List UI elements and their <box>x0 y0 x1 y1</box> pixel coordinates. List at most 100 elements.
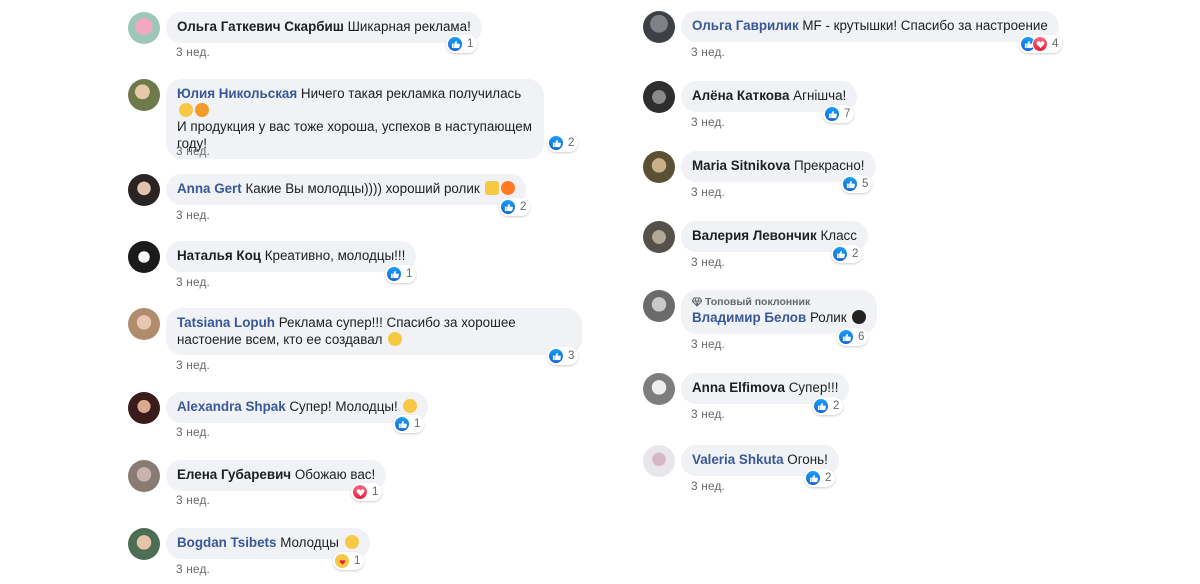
reactions-badge[interactable]: 6 <box>837 328 869 346</box>
reactions-badge[interactable]: 1 <box>333 552 365 570</box>
comment-text: Агнішча! <box>793 88 847 103</box>
reactions-badge[interactable]: 3 <box>547 347 579 365</box>
cat-emoji-icon <box>195 102 209 117</box>
comment-author[interactable]: Valeria Shkuta <box>692 452 784 467</box>
comment-author[interactable]: Юлия Никольская <box>177 86 297 101</box>
comment-time[interactable]: 3 нед. <box>691 185 725 199</box>
diamond-icon <box>692 297 702 307</box>
avatar[interactable] <box>643 445 675 477</box>
reactions-badge[interactable]: 5 <box>841 175 873 193</box>
avatar[interactable] <box>128 174 160 206</box>
reaction-count: 1 <box>414 418 421 430</box>
reaction-count: 1 <box>354 555 361 567</box>
reactions-badge[interactable]: 1 <box>351 483 383 501</box>
comment-author[interactable]: Елена Губаревич <box>177 467 291 482</box>
reactions-badge[interactable]: 1 <box>385 265 417 283</box>
top-fan-badge: Топовый поклонник <box>692 295 866 309</box>
comment-time[interactable]: 3 нед. <box>176 144 210 158</box>
avatar[interactable] <box>128 528 160 560</box>
like-icon <box>548 348 564 364</box>
comment-author[interactable]: Anna Gert <box>177 181 242 196</box>
comment-text: Ролик <box>809 310 847 325</box>
comment-time[interactable]: 3 нед. <box>691 337 725 351</box>
comment-bubble: Юлия Никольская Ничего такая рекламка по… <box>166 79 544 160</box>
reactions-badge[interactable]: 2 <box>547 134 579 152</box>
avatar[interactable] <box>128 241 160 273</box>
reaction-count: 4 <box>1052 38 1059 50</box>
comment-text: Креативно, молодцы!!! <box>264 248 406 263</box>
comment-author[interactable]: Валерия Левончик <box>692 228 817 243</box>
comment-time[interactable]: 3 нед. <box>176 425 210 439</box>
comment-bubble: Alexandra Shpak Супер! Молодцы! <box>166 392 429 423</box>
avatar[interactable] <box>643 81 675 113</box>
like-icon <box>805 470 821 486</box>
avatar[interactable] <box>643 373 675 405</box>
comments-column-right: Ольга Гаврилик MF - крутышки! Спасибо за… <box>643 0 1113 584</box>
avatar[interactable] <box>643 290 675 322</box>
like-icon <box>842 176 858 192</box>
avatar[interactable] <box>128 392 160 424</box>
comment-time[interactable]: 3 нед. <box>176 358 210 372</box>
avatar[interactable] <box>643 221 675 253</box>
comment-text: Огонь! <box>787 452 828 467</box>
comment-author[interactable]: Владимир Белов <box>692 310 806 325</box>
comment-text: Супер! Молодцы! <box>289 399 398 414</box>
comment-text: Супер!!! <box>788 380 839 395</box>
reactions-badge[interactable]: 4 <box>1019 35 1063 53</box>
reactions-badge[interactable]: 2 <box>831 245 863 263</box>
like-icon <box>548 135 564 151</box>
comment-author[interactable]: Tatsiana Lopuh <box>177 315 275 330</box>
comment-time[interactable]: 3 нед. <box>691 479 725 493</box>
reaction-count: 2 <box>568 137 575 149</box>
reactions-badge[interactable]: 2 <box>499 198 531 216</box>
comment-text: MF - крутышки! Спасибо за настроение <box>802 18 1048 33</box>
comment-time[interactable]: 3 нед. <box>691 45 725 59</box>
reaction-count: 1 <box>406 268 413 280</box>
reaction-count: 7 <box>844 108 851 120</box>
like-icon <box>832 246 848 262</box>
comment-time[interactable]: 3 нед. <box>176 45 210 59</box>
like-icon <box>838 329 854 345</box>
avatar[interactable] <box>128 12 160 44</box>
like-icon <box>394 416 410 432</box>
reactions-badge[interactable]: 2 <box>804 469 836 487</box>
reaction-count: 2 <box>825 472 832 484</box>
comment-time[interactable]: 3 нед. <box>176 275 210 289</box>
comment-time[interactable]: 3 нед. <box>176 208 210 222</box>
comment-author[interactable]: Alexandra Shpak <box>177 399 286 414</box>
comment-time[interactable]: 3 нед. <box>691 407 725 421</box>
reactions-badge[interactable]: 1 <box>393 415 425 433</box>
reactions-badge[interactable]: 7 <box>823 105 855 123</box>
comment-time[interactable]: 3 нед. <box>691 255 725 269</box>
smirk-emoji-icon <box>179 102 193 117</box>
bomb-emoji-icon <box>852 310 867 324</box>
like-icon <box>386 266 402 282</box>
reactions-badge[interactable]: 1 <box>446 35 478 53</box>
comment-author[interactable]: Ольга Гаврилик <box>692 18 799 33</box>
comment-text: Какие Вы молодцы)))) хороший ролик <box>245 181 480 196</box>
reaction-count: 3 <box>568 350 575 362</box>
comment-author[interactable]: Алёна Каткова <box>692 88 789 103</box>
avatar[interactable] <box>128 79 160 111</box>
avatar[interactable] <box>643 151 675 183</box>
avatar[interactable] <box>643 11 675 43</box>
comment-time[interactable]: 3 нед. <box>176 562 210 576</box>
avatar[interactable] <box>128 308 160 340</box>
avatar[interactable] <box>128 460 160 492</box>
comment-text: Обожаю вас! <box>294 467 376 482</box>
comment-author[interactable]: Anna Elfimova <box>692 380 785 395</box>
comment-text: Класс <box>820 228 857 243</box>
comment-author[interactable]: Наталья Коц <box>177 248 261 263</box>
reaction-count: 1 <box>372 486 379 498</box>
comment-text-line: И продукция у вас тоже хороша, успехов в… <box>177 119 532 135</box>
reaction-count: 6 <box>858 331 865 343</box>
like-icon <box>447 36 463 52</box>
comment-time[interactable]: 3 нед. <box>691 115 725 129</box>
reactions-badge[interactable]: 2 <box>812 397 844 415</box>
comment-author[interactable]: Bogdan Tsibets <box>177 535 276 550</box>
comment-author[interactable]: Ольга Гаткевич Скарбиш <box>177 19 344 34</box>
comment-text-line: настоение всем, кто ее создавал <box>177 331 383 347</box>
comment-bubble: Tatsiana Lopuh Реклама супер!!! Спасибо … <box>166 308 582 356</box>
comment-time[interactable]: 3 нед. <box>176 493 210 507</box>
comment-author[interactable]: Maria Sitnikova <box>692 158 790 173</box>
